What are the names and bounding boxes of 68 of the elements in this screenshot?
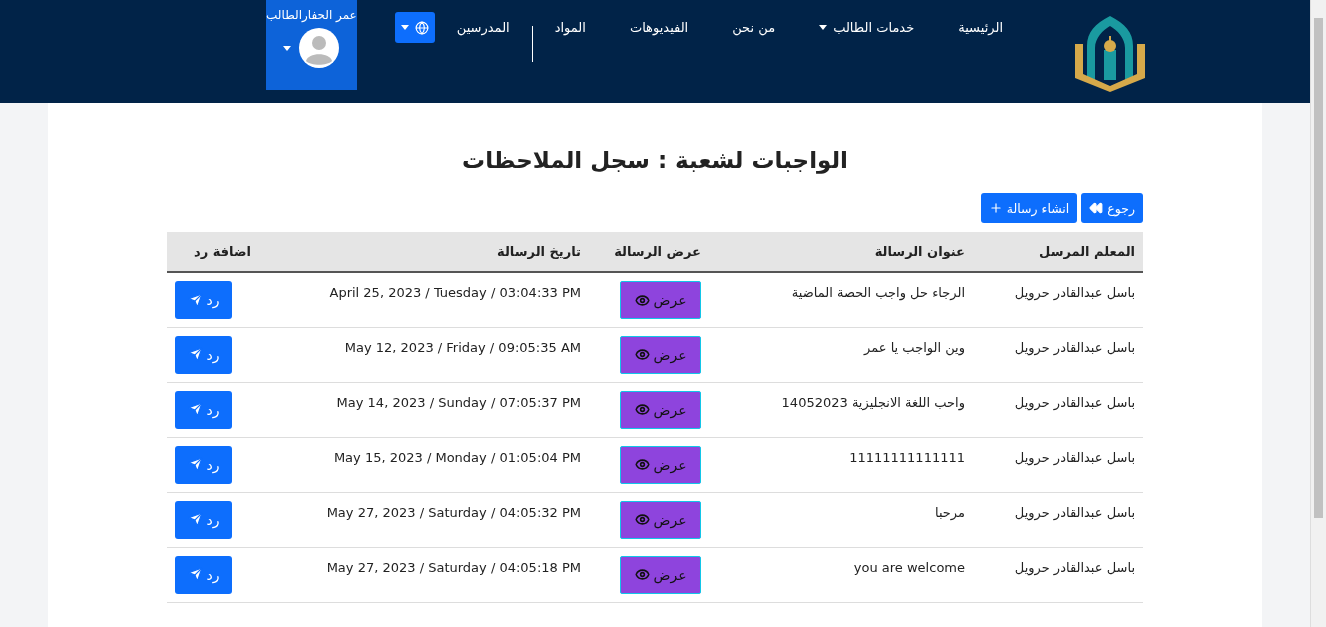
back-button[interactable]: رجوع — [1081, 193, 1143, 223]
column-header: تاريخ الرسالة — [259, 232, 589, 272]
globe-icon — [414, 20, 429, 35]
reply-button[interactable]: رد — [175, 335, 232, 374]
view-button[interactable]: عرض — [620, 555, 701, 594]
view-button[interactable]: عرض — [620, 390, 701, 429]
reply-button[interactable]: رد — [175, 390, 232, 429]
send-icon — [187, 292, 203, 308]
message-title: الرجاء حل واجب الحصة الماضية — [791, 285, 965, 300]
nav-link[interactable]: من نحن — [710, 20, 798, 35]
eye-icon — [634, 402, 650, 417]
message-date: May 27, 2023 / Saturday / 04:05:18 PM — [326, 559, 581, 575]
teacher-name: باسل عبدالقادر حرويل — [1014, 449, 1135, 465]
message-title: you are welcome — [853, 559, 965, 575]
send-icon — [187, 347, 203, 362]
eye-icon — [634, 457, 650, 472]
view-button[interactable]: عرض — [620, 500, 701, 539]
message-date: May 14, 2023 / Sunday / 07:05:37 PM — [336, 394, 581, 410]
send-icon — [187, 567, 203, 582]
plus-icon — [988, 201, 1003, 215]
teacher-name: باسل عبدالقادر حرويل — [1014, 339, 1135, 355]
user-name: عمر الحفارالطالب — [266, 8, 357, 22]
send-icon — [187, 512, 203, 527]
message-title: وين الواجب يا عمر — [864, 339, 965, 355]
user-menu[interactable]: عمر الحفارالطالب — [266, 0, 357, 90]
page-title: الواجبات لشعبة : سجل الملاحظات — [462, 147, 848, 173]
eye-icon — [634, 292, 650, 308]
reply-button[interactable]: رد — [175, 281, 232, 319]
column-header: المعلم المرسل — [973, 232, 1143, 272]
message-date: May 12, 2023 / Friday / 09:05:35 AM — [344, 339, 581, 355]
nav-link[interactable]: المدرسين — [434, 20, 532, 35]
view-button[interactable]: عرض — [620, 335, 701, 374]
message-date: May 27, 2023 / Saturday / 04:05:32 PM — [326, 504, 581, 520]
reply-button[interactable]: رد — [175, 500, 232, 539]
scrollbar[interactable] — [1310, 0, 1326, 627]
scrollbar-thumb[interactable] — [1314, 18, 1323, 518]
column-header: عرض الرسالة — [589, 232, 709, 272]
message-date: May 15, 2023 / Monday / 01:05:04 PM — [333, 449, 581, 465]
send-icon — [187, 457, 203, 472]
send-icon — [187, 402, 203, 417]
rewind-icon — [1089, 201, 1104, 215]
caret-icon — [283, 45, 292, 51]
view-button[interactable]: عرض — [620, 281, 701, 319]
column-header: عنوان الرسالة — [709, 232, 973, 272]
nav-link[interactable]: الفيديوهات — [607, 20, 711, 35]
reply-button[interactable]: رد — [175, 445, 232, 484]
eye-icon — [634, 567, 650, 582]
message-date: April 25, 2023 / Tuesday / 03:04:33 PM — [329, 285, 581, 300]
column-header: اضافة رد — [167, 232, 259, 272]
teacher-name: باسل عبدالقادر حرويل — [1014, 504, 1135, 520]
teacher-name: باسل عبدالقادر حرويل — [1014, 394, 1135, 410]
caret-icon — [400, 25, 409, 30]
language-button[interactable] — [394, 12, 435, 43]
eye-icon — [634, 512, 650, 527]
teacher-name: باسل عبدالقادر حرويل — [1014, 285, 1135, 300]
message-title: واحب اللغة الانجليزية 14052023 — [781, 394, 965, 410]
create-message-button[interactable]: انشاء رسالة — [980, 193, 1078, 223]
reply-button[interactable]: رد — [175, 555, 232, 594]
teacher-name: باسل عبدالقادر حرويل — [1014, 559, 1135, 575]
nav-link[interactable]: الرئيسية — [936, 20, 1025, 35]
nav-link[interactable]: المواد — [532, 20, 608, 35]
message-title: 11111111111111 — [849, 449, 965, 465]
eye-icon — [634, 347, 650, 362]
view-button[interactable]: عرض — [620, 445, 701, 484]
nav-link[interactable]: خدمات الطالب — [797, 20, 937, 35]
caret-icon — [819, 25, 828, 30]
avatar-icon — [299, 28, 340, 68]
message-title: مرحبا — [934, 504, 965, 520]
